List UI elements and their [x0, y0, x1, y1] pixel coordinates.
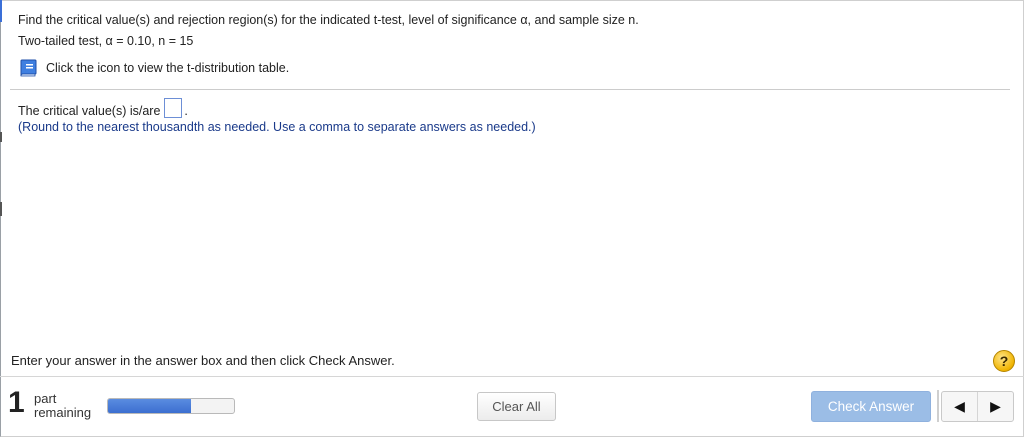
footer-divider — [0, 376, 1024, 377]
t-table-link-text[interactable]: Click the icon to view the t-distributio… — [46, 61, 289, 75]
test-parameters: Two-tailed test, α = 0.10, n = 15 — [18, 34, 194, 48]
progress-bar — [107, 398, 235, 414]
help-icon[interactable]: ? — [993, 350, 1015, 372]
instruction-text: Enter your answer in the answer box and … — [11, 353, 395, 368]
answer-row: The critical value(s) is/are . — [18, 98, 188, 118]
section-divider — [10, 89, 1010, 90]
parts-label-line2: remaining — [34, 405, 92, 420]
clear-all-button[interactable]: Clear All — [477, 392, 556, 421]
answer-label: The critical value(s) is/are — [18, 104, 161, 118]
check-answer-button[interactable]: Check Answer — [811, 391, 931, 422]
arrow-left-icon[interactable]: ◀ — [942, 392, 977, 421]
answer-input[interactable] — [164, 98, 183, 118]
progress-fill — [108, 399, 192, 413]
parts-remaining-count: 1 — [8, 386, 25, 419]
question-prompt: Find the critical value(s) and rejection… — [18, 12, 639, 28]
nav-separator — [937, 390, 939, 422]
prompt-text: Find the critical value(s) and rejection… — [18, 13, 639, 27]
left-accent-mark — [0, 132, 2, 142]
left-accent-bar — [0, 0, 2, 22]
parts-remaining-label: part remaining — [34, 392, 91, 420]
book-icon[interactable] — [18, 59, 38, 77]
left-accent-mark — [0, 202, 2, 216]
rounding-hint: (Round to the nearest thousandth as need… — [18, 120, 536, 134]
arrow-right-icon[interactable]: ▶ — [977, 392, 1013, 421]
t-table-link[interactable]: Click the icon to view the t-distributio… — [18, 59, 289, 77]
parts-label-line1: part — [34, 391, 57, 406]
question-nav: ◀ ▶ — [941, 391, 1014, 422]
answer-period: . — [184, 104, 188, 118]
